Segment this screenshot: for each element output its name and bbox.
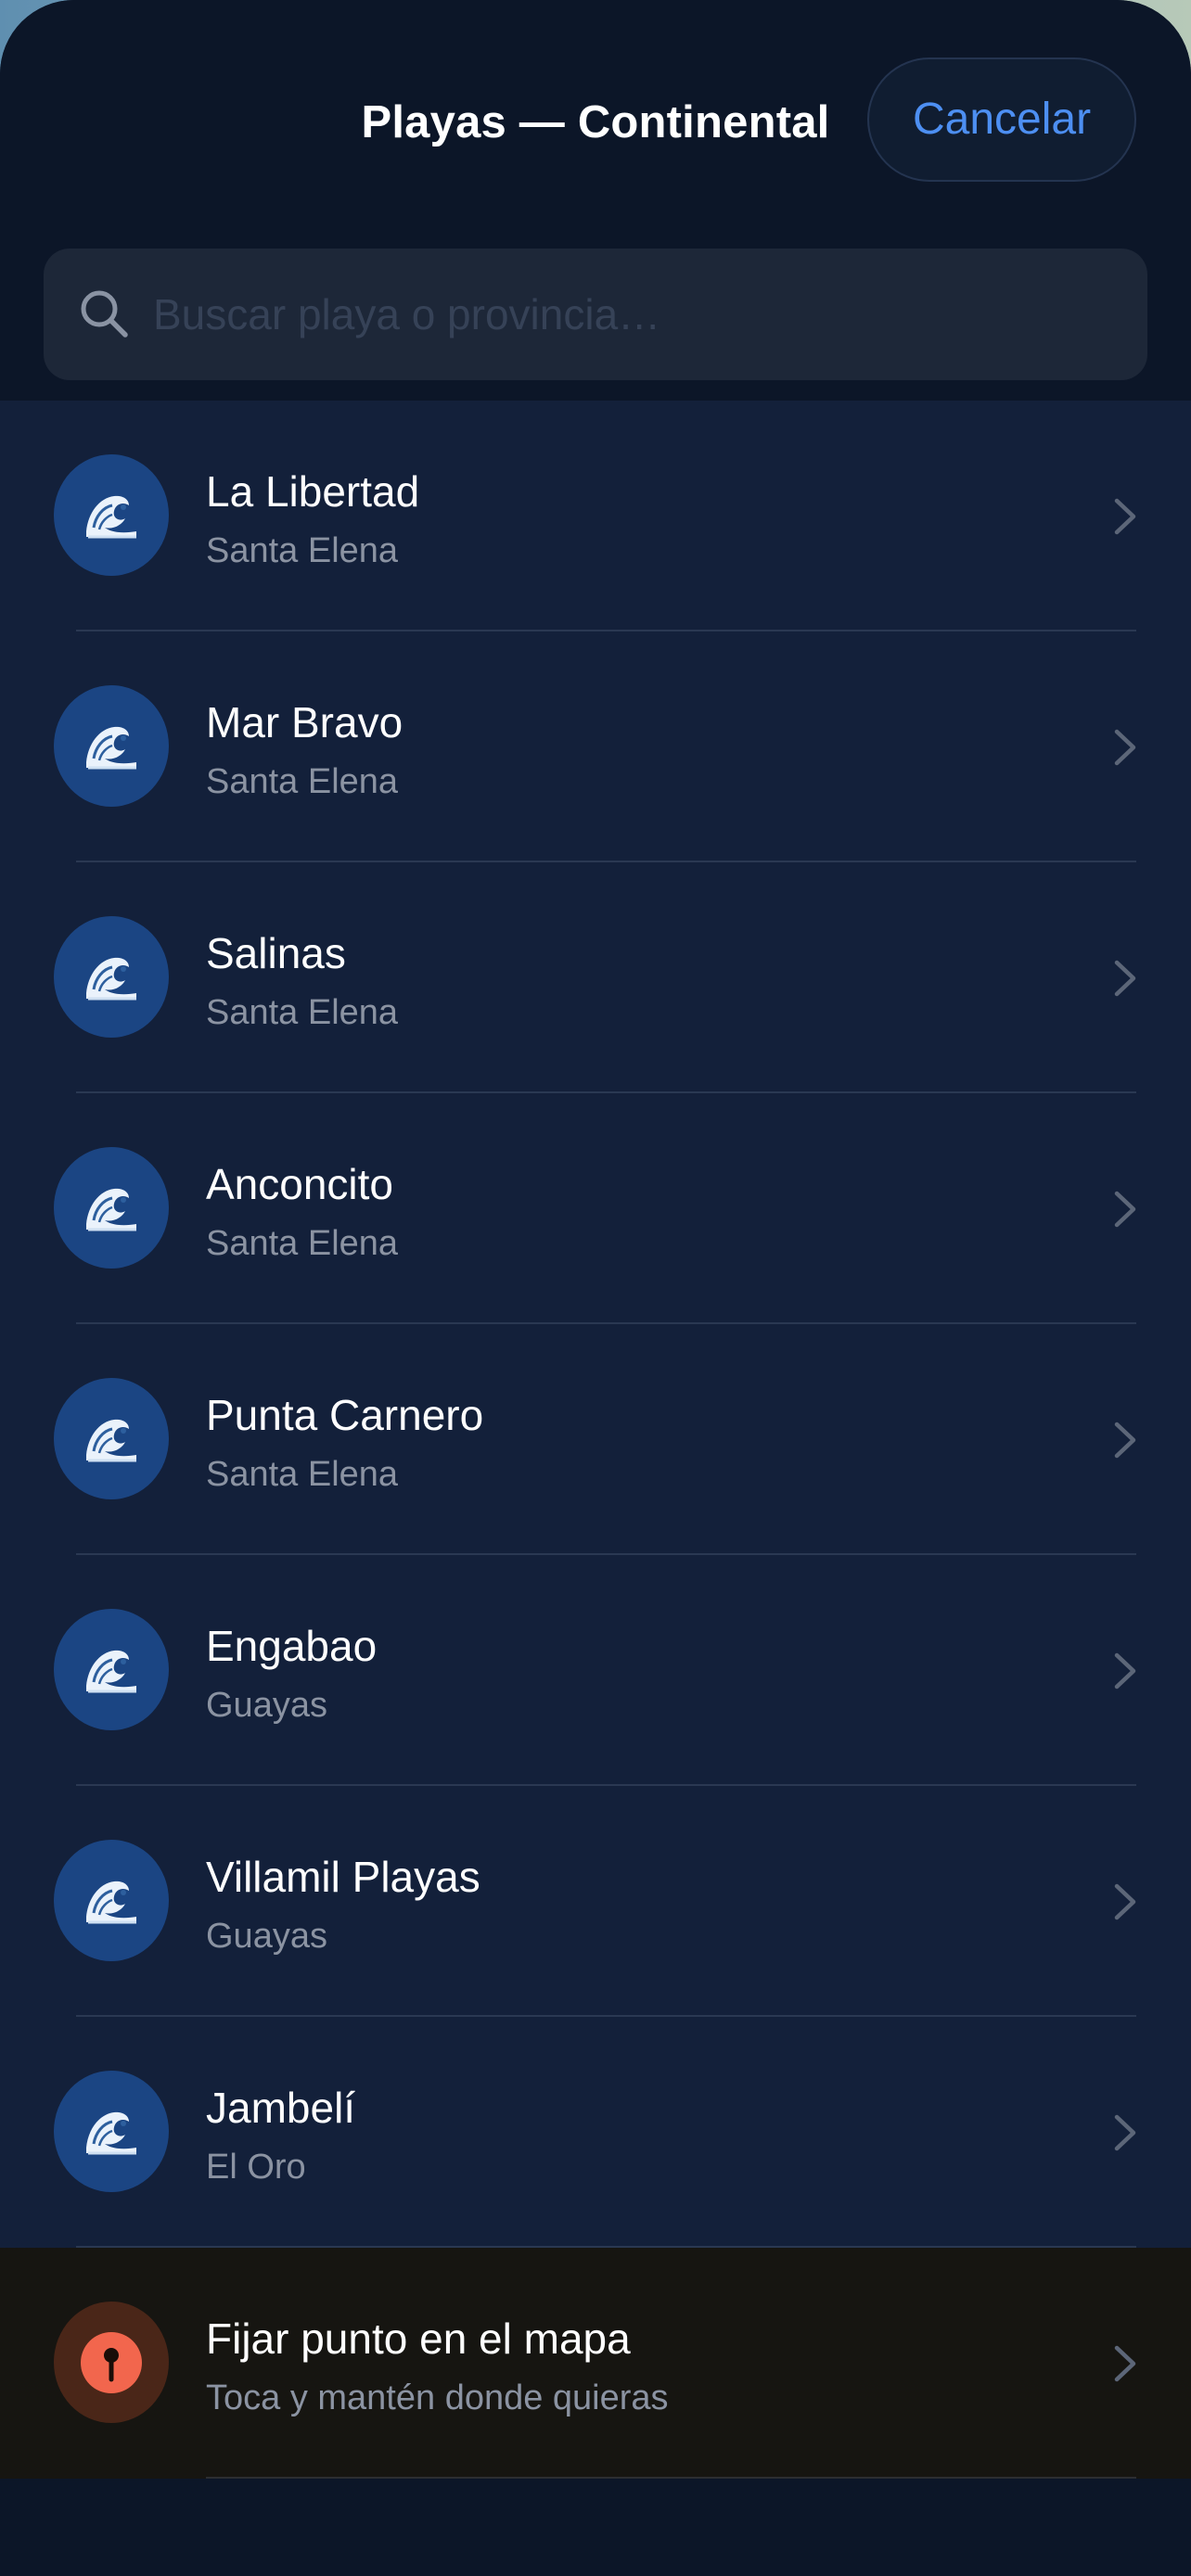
set-map-point-title: Fijar punto en el mapa — [206, 2315, 631, 2363]
cancel-button[interactable]: Cancelar — [867, 57, 1136, 182]
beach-province: Santa Elena — [206, 993, 399, 1032]
set-map-point-subtitle: Toca y mantén donde quieras — [206, 2378, 669, 2417]
beach-name: Anconcito — [206, 1160, 394, 1208]
set-map-point-row[interactable]: Fijar punto en el mapa Toca y mantén dond… — [0, 2248, 1191, 2479]
chevron-right-icon — [1111, 497, 1139, 536]
search-input[interactable] — [153, 267, 1118, 362]
wave-icon — [54, 1147, 169, 1269]
search-bar[interactable] — [44, 249, 1147, 380]
search-icon — [77, 287, 133, 342]
beach-name: Punta Carnero — [206, 1391, 484, 1439]
beach-row[interactable]: Villamil Playas Guayas — [0, 1786, 1191, 2017]
chevron-right-icon — [1111, 728, 1139, 767]
beach-name: Salinas — [206, 929, 346, 977]
beach-province: El Oro — [206, 2148, 306, 2187]
sheet-bottom — [0, 2479, 1191, 2576]
beach-name: Villamil Playas — [206, 1853, 480, 1901]
chevron-right-icon — [1111, 1882, 1139, 1921]
chevron-right-icon — [1111, 1651, 1139, 1690]
beach-province: Santa Elena — [206, 762, 399, 801]
beach-row[interactable]: La Libertad Santa Elena — [0, 401, 1191, 631]
wave-icon — [54, 1378, 169, 1499]
beach-row[interactable]: Engabao Guayas — [0, 1555, 1191, 1786]
wave-icon — [54, 685, 169, 807]
beach-row[interactable]: Anconcito Santa Elena — [0, 1093, 1191, 1324]
wave-icon — [54, 916, 169, 1038]
beach-province: Santa Elena — [206, 1224, 399, 1263]
chevron-right-icon — [1111, 1421, 1139, 1460]
wave-icon — [54, 1840, 169, 1961]
sheet-header: Playas — Continental Cancelar — [0, 0, 1191, 401]
beach-province: Guayas — [206, 1917, 327, 1956]
beach-province: Santa Elena — [206, 1455, 399, 1494]
beach-name: Jambelí — [206, 2084, 356, 2132]
beach-province: Santa Elena — [206, 531, 399, 570]
chevron-right-icon — [1111, 2344, 1139, 2383]
beach-name: Engabao — [206, 1622, 378, 1670]
chevron-right-icon — [1111, 1190, 1139, 1229]
chevron-right-icon — [1111, 2113, 1139, 2152]
beach-row[interactable]: Jambelí El Oro — [0, 2017, 1191, 2248]
wave-icon — [54, 454, 169, 576]
beach-row[interactable]: Punta Carnero Santa Elena — [0, 1324, 1191, 1555]
wave-icon — [54, 1609, 169, 1730]
wave-icon — [54, 2071, 169, 2192]
beach-province: Guayas — [206, 1686, 327, 1725]
map-pin-icon — [54, 2302, 169, 2423]
chevron-right-icon — [1111, 959, 1139, 998]
beach-name: Mar Bravo — [206, 698, 403, 746]
beach-row[interactable]: Salinas Santa Elena — [0, 862, 1191, 1093]
beach-row[interactable]: Mar Bravo Santa Elena — [0, 631, 1191, 862]
beach-list: La Libertad Santa Elena Mar Bravo Santa El… — [0, 401, 1191, 2479]
beach-name: La Libertad — [206, 467, 420, 516]
beach-picker-sheet: Playas — Continental Cancelar La Liberta… — [0, 0, 1191, 2576]
